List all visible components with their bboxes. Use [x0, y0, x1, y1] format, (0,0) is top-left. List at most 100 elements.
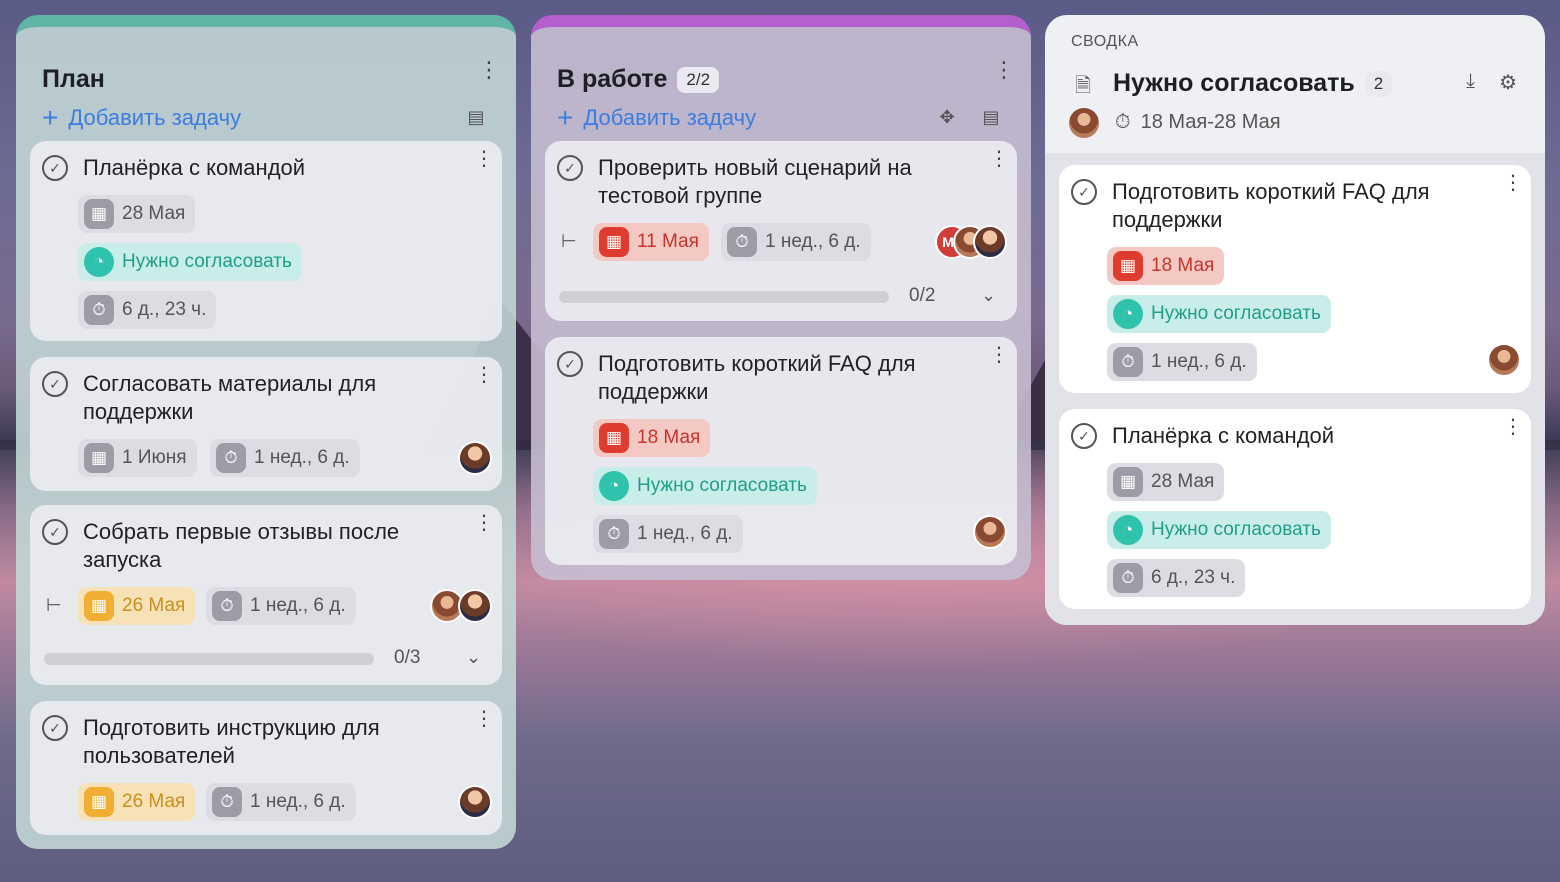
more-vertical-icon[interactable]: ⋮ — [474, 149, 494, 169]
avatar[interactable] — [458, 785, 492, 819]
avatar[interactable] — [1487, 343, 1521, 377]
task-title[interactable]: Проверить новый сценарий на тестовой гру… — [598, 154, 958, 210]
duration-chip[interactable]: ⏱ 1 нед., 6 д. — [721, 223, 871, 261]
check-circle-icon[interactable]: ✓ — [557, 155, 583, 181]
due-date-chip[interactable]: ▦ 1 Июня — [78, 439, 197, 477]
add-task-button[interactable]: + Добавить задачу — [557, 104, 757, 132]
more-vertical-icon[interactable]: ⋮ — [478, 59, 500, 81]
more-vertical-icon[interactable]: ⋮ — [1503, 417, 1523, 437]
duration-chip[interactable]: ⏱ 6 д., 23 ч. — [1107, 559, 1246, 597]
task-card[interactable]: ✓ Подготовить инструкцию для пользовател… — [30, 701, 502, 835]
timer-icon: ⏱ — [1113, 563, 1143, 593]
due-date-chip[interactable]: ▦ 11 Мая — [593, 223, 709, 261]
task-card[interactable]: ✓ Планёрка с командой ⋮ ▦ 28 Мая ◔ Нужно с… — [30, 141, 502, 341]
duration-chip[interactable]: ⏱ 6 д., 23 ч. — [78, 291, 217, 329]
status-chip[interactable]: ◔ Нужно согласовать — [1107, 511, 1331, 549]
subtask-progress-bar — [559, 291, 889, 303]
summary-panel: СВОДКА 🗎 Нужно согласовать 2 ⤓ ⚙ ⏱ 18 Ма… — [1045, 15, 1545, 625]
calendar-icon: ▦ — [1113, 251, 1143, 281]
status-pie-icon: ◔ — [599, 471, 629, 501]
task-card[interactable]: ✓ Собрать первые отзывы после запуска ⋮ … — [30, 505, 502, 685]
calendar-icon: ▦ — [84, 199, 114, 229]
timer-icon: ⏱ — [216, 443, 246, 473]
more-vertical-icon[interactable]: ⋮ — [989, 345, 1009, 365]
avatar[interactable] — [973, 515, 1007, 549]
summary-count-badge: 2 — [1364, 70, 1393, 97]
status-label: Нужно согласовать — [1151, 519, 1321, 540]
due-date-chip[interactable]: ▦ 28 Мая — [78, 195, 196, 233]
add-task-button[interactable]: + Добавить задачу — [42, 104, 241, 132]
due-date: 26 Мая — [122, 791, 186, 812]
check-circle-icon[interactable]: ✓ — [42, 715, 68, 741]
task-title[interactable]: Согласовать материалы для поддержки — [83, 370, 443, 426]
avatar[interactable] — [458, 441, 492, 475]
duration: 6 д., 23 ч. — [1151, 567, 1236, 588]
task-card[interactable]: ✓ Подготовить короткий FAQ для поддержки… — [1059, 165, 1531, 393]
task-title[interactable]: Планёрка с командой — [1112, 422, 1472, 450]
avatar[interactable] — [973, 225, 1007, 259]
subtask-progress-label: 0/3 — [394, 647, 421, 668]
duration: 1 нед., 6 д. — [637, 523, 733, 544]
avatar[interactable] — [458, 589, 492, 623]
task-title[interactable]: Подготовить короткий FAQ для поддержки — [598, 350, 958, 406]
status-chip[interactable]: ◔ Нужно согласовать — [78, 243, 302, 281]
avatar[interactable] — [1069, 108, 1099, 138]
check-circle-icon[interactable]: ✓ — [1071, 423, 1097, 449]
calendar-icon: ▦ — [1113, 467, 1143, 497]
task-card[interactable]: ✓ Подготовить короткий FAQ для поддержки… — [545, 337, 1017, 565]
task-card[interactable]: ✓ Планёрка с командой ⋮ ▦ 28 Мая ◔ Нужно с… — [1059, 409, 1531, 609]
more-vertical-icon[interactable]: ⋮ — [474, 513, 494, 533]
card-layout-icon[interactable]: ▤ — [979, 105, 1003, 129]
status-label: Нужно согласовать — [122, 251, 292, 272]
add-task-label: Добавить задачу — [583, 105, 757, 130]
chevron-down-icon[interactable]: ⌄ — [466, 647, 481, 668]
due-date-chip[interactable]: ▦ 18 Мая — [1107, 247, 1225, 285]
summary-label: СВОДКА — [1071, 33, 1139, 50]
task-title[interactable]: Собрать первые отзывы после запуска — [83, 518, 443, 574]
summary-card-list: ✓ Подготовить короткий FAQ для поддержки… — [1045, 153, 1545, 625]
more-vertical-icon[interactable]: ⋮ — [989, 149, 1009, 169]
due-date-chip[interactable]: ▦ 26 Мая — [78, 783, 196, 821]
column-title: В работе 2/2 — [557, 65, 720, 94]
subtasks-icon: ⊢ — [561, 231, 577, 251]
check-circle-icon[interactable]: ✓ — [42, 371, 68, 397]
duration-chip[interactable]: ⏱ 1 нед., 6 д. — [1107, 343, 1257, 381]
task-card[interactable]: ✓ Согласовать материалы для поддержки ⋮ … — [30, 357, 502, 491]
more-vertical-icon[interactable]: ⋮ — [1503, 173, 1523, 193]
download-icon[interactable]: ⤓ — [1466, 70, 1475, 93]
duration-chip[interactable]: ⏱ 1 нед., 6 д. — [206, 783, 356, 821]
timer-icon: ⏱ — [84, 295, 114, 325]
check-circle-icon[interactable]: ✓ — [42, 155, 68, 181]
check-circle-icon[interactable]: ✓ — [557, 351, 583, 377]
duration-chip[interactable]: ⏱ 1 нед., 6 д. — [206, 587, 356, 625]
task-title[interactable]: Подготовить инструкцию для пользователей — [83, 714, 443, 770]
check-circle-icon[interactable]: ✓ — [1071, 179, 1097, 205]
task-card[interactable]: ✓ Проверить новый сценарий на тестовой г… — [545, 141, 1017, 321]
gear-icon[interactable]: ⚙ — [1499, 70, 1517, 95]
check-circle-icon[interactable]: ✓ — [42, 519, 68, 545]
due-date: 28 Мая — [1151, 471, 1215, 492]
task-title[interactable]: Планёрка с командой — [83, 154, 443, 182]
duration: 1 нед., 6 д. — [1151, 351, 1247, 372]
calendar-icon: ▦ — [84, 443, 114, 473]
duration-chip[interactable]: ⏱ 1 нед., 6 д. — [210, 439, 360, 477]
column-title-text: В работе — [557, 65, 668, 93]
puzzle-icon[interactable]: ✥ — [935, 105, 959, 129]
more-vertical-icon[interactable]: ⋮ — [993, 59, 1015, 81]
status-chip[interactable]: ◔ Нужно согласовать — [1107, 295, 1331, 333]
column-count-badge: 2/2 — [677, 66, 720, 93]
status-label: Нужно согласовать — [1151, 303, 1321, 324]
duration: 1 нед., 6 д. — [254, 447, 350, 468]
status-label: Нужно согласовать — [637, 475, 807, 496]
status-chip[interactable]: ◔ Нужно согласовать — [593, 467, 817, 505]
task-title[interactable]: Подготовить короткий FAQ для поддержки — [1112, 178, 1472, 234]
chevron-down-icon[interactable]: ⌄ — [981, 285, 996, 306]
card-layout-icon[interactable]: ▤ — [464, 105, 488, 129]
due-date-chip[interactable]: ▦ 26 Мая — [78, 587, 196, 625]
more-vertical-icon[interactable]: ⋮ — [474, 365, 494, 385]
more-vertical-icon[interactable]: ⋮ — [474, 709, 494, 729]
due-date-chip[interactable]: ▦ 28 Мая — [1107, 463, 1225, 501]
status-pie-icon: ◔ — [1113, 515, 1143, 545]
duration-chip[interactable]: ⏱ 1 нед., 6 д. — [593, 515, 743, 553]
due-date-chip[interactable]: ▦ 18 Мая — [593, 419, 711, 457]
